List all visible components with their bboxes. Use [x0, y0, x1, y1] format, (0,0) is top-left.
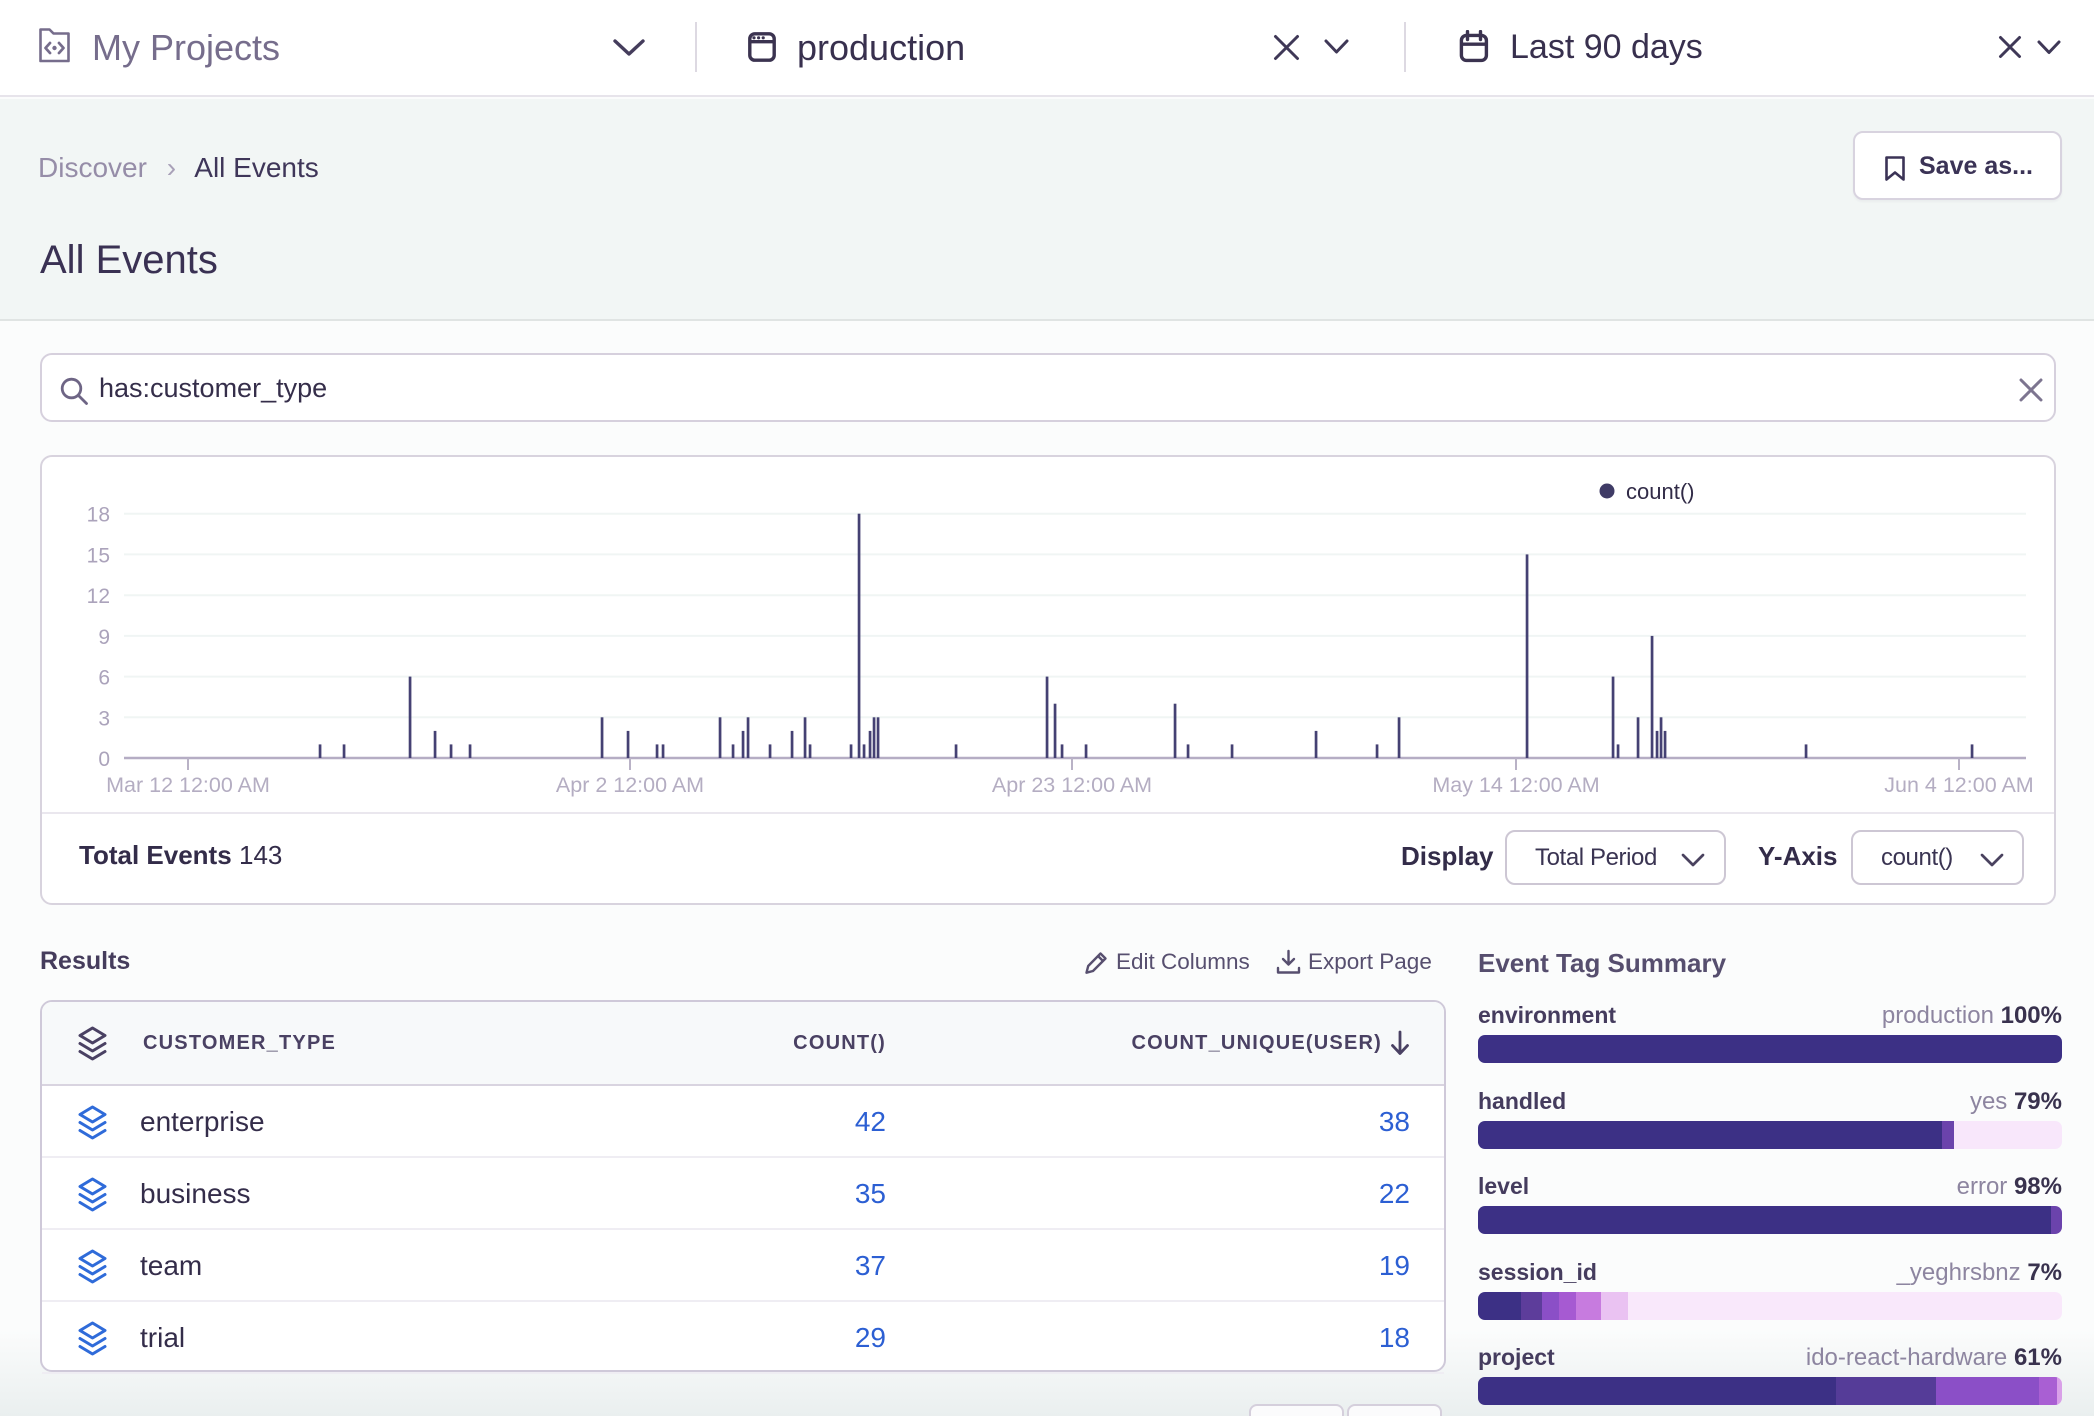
- svg-text:count(): count(): [1626, 479, 1694, 504]
- svg-text:18: 18: [87, 504, 110, 527]
- svg-text:Mar 12 12:00 AM: Mar 12 12:00 AM: [106, 773, 270, 797]
- svg-text:Apr 2 12:00 AM: Apr 2 12:00 AM: [556, 773, 704, 797]
- svg-text:9: 9: [98, 626, 110, 649]
- svg-text:Jun 4 12:00 AM: Jun 4 12:00 AM: [1884, 773, 2033, 797]
- svg-text:12: 12: [87, 585, 110, 608]
- svg-text:3: 3: [98, 707, 110, 730]
- svg-text:6: 6: [98, 667, 110, 690]
- svg-text:0: 0: [98, 748, 110, 771]
- svg-text:May 14 12:00 AM: May 14 12:00 AM: [1432, 773, 1599, 797]
- svg-text:Apr 23 12:00 AM: Apr 23 12:00 AM: [992, 773, 1152, 797]
- svg-text:15: 15: [87, 544, 110, 567]
